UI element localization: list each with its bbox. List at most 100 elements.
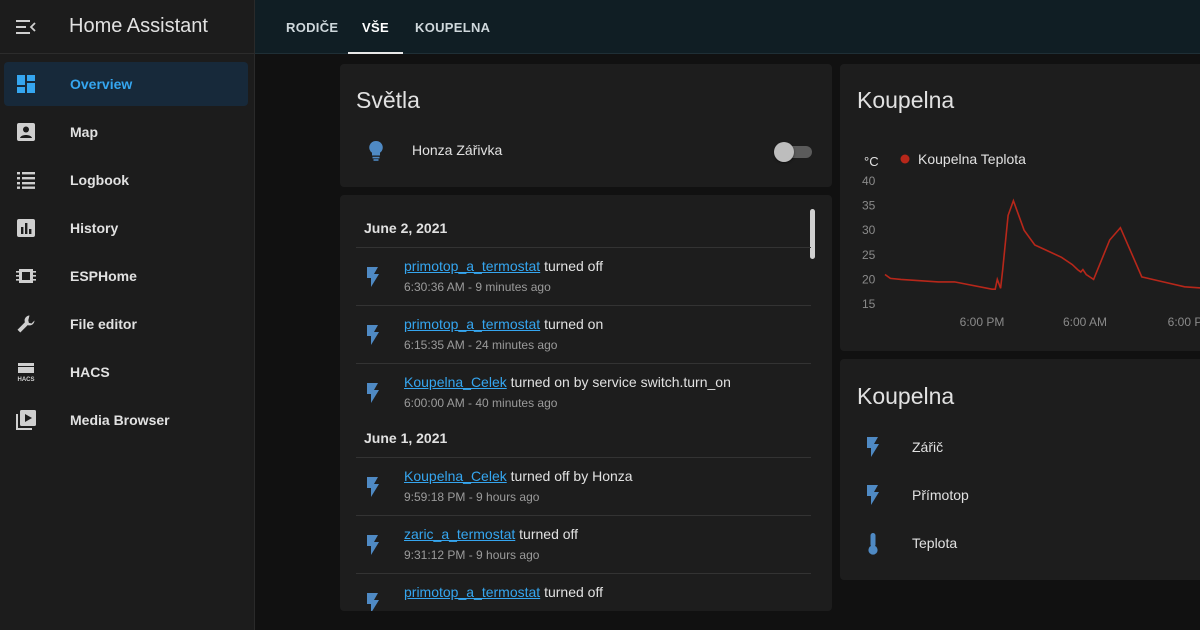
logbook-entity-link[interactable]: Koupelna_Celek	[404, 468, 507, 484]
hacs-icon-text: HACS	[17, 377, 34, 383]
dashboard-icon	[4, 62, 48, 106]
y-axis-unit-label: °C	[864, 154, 879, 169]
thermometer-icon	[866, 532, 886, 556]
logbook-time: 6:15:35 AM - 24 minutes ago	[404, 338, 558, 352]
x-tick-label: 6:00 PM	[960, 315, 1005, 329]
entities-card-title: Koupelna	[857, 383, 955, 409]
lightbulb-icon	[368, 140, 384, 162]
sidebar: Home Assistant Overview Map Logbook Hist…	[0, 0, 255, 630]
light-entity-row[interactable]: Honza Zářivka	[340, 134, 832, 168]
entity-name: Teplota	[912, 535, 958, 551]
entity-row-primotop[interactable]: Přímotop	[840, 475, 1200, 515]
sidebar-item-label: History	[70, 220, 119, 236]
logbook-action-text: turned off	[540, 258, 603, 274]
logbook-time: 9:59:18 PM - 9 hours ago	[404, 490, 540, 504]
legend-label: Koupelna Teplota	[918, 151, 1026, 167]
sidebar-item-label: File editor	[70, 316, 137, 332]
sidebar-item-file-editor[interactable]: File editor	[4, 302, 248, 346]
sidebar-item-hacs[interactable]: HACS HACS	[4, 350, 248, 394]
sidebar-item-overview[interactable]: Overview	[4, 62, 248, 106]
y-tick-label: 40	[862, 174, 876, 188]
logbook-card: June 2, 2021 primotop_a_termostat turned…	[340, 195, 832, 611]
light-entity-name: Honza Zářivka	[412, 142, 503, 158]
chip-icon	[4, 254, 48, 298]
lights-card-title: Světla	[356, 87, 420, 113]
logbook-date: June 2, 2021	[364, 220, 448, 236]
sidebar-item-media-browser[interactable]: Media Browser	[4, 398, 248, 442]
logbook-entry: zaric_a_termostat turned off 9:31:12 PM …	[356, 515, 811, 573]
history-icon	[4, 206, 48, 250]
flash-icon	[366, 324, 386, 346]
flash-icon	[366, 534, 386, 556]
y-tick-label: 25	[862, 248, 876, 262]
flash-icon	[366, 592, 386, 611]
tab-rodice[interactable]: RODIČE	[286, 0, 338, 54]
flash-icon	[866, 436, 886, 460]
toggle-knob	[774, 142, 794, 162]
logbook-entry: primotop_a_termostat turned off 6:30:36 …	[356, 247, 811, 305]
sidebar-header: Home Assistant	[0, 0, 254, 54]
y-tick-label: 30	[862, 223, 876, 237]
entities-card: Koupelna Zářič Přímotop Teplota	[840, 359, 1200, 580]
light-toggle-switch[interactable]	[774, 142, 812, 162]
logbook-date: June 1, 2021	[364, 430, 448, 446]
y-tick-label: 35	[862, 199, 876, 213]
logbook-action-text: turned off	[540, 584, 603, 600]
sidebar-item-label: ESPHome	[70, 268, 137, 284]
logbook-action-text: turned off by Honza	[506, 468, 633, 484]
tab-vse[interactable]: VŠE	[348, 0, 403, 54]
logbook-icon	[4, 158, 48, 202]
entity-name: Přímotop	[912, 487, 969, 503]
sidebar-item-history[interactable]: History	[4, 206, 248, 250]
hacs-icon: HACS	[4, 350, 48, 394]
sidebar-item-label: Overview	[70, 76, 133, 92]
logbook-time: 9:31:12 PM - 9 hours ago	[404, 548, 540, 562]
menu-collapse-icon	[16, 19, 36, 34]
flash-icon	[866, 484, 886, 508]
logbook-entity-link[interactable]: primotop_a_termostat	[404, 316, 540, 332]
logbook-entry: Koupelna_Celek turned off by Honza 9:59:…	[356, 457, 811, 515]
flash-icon	[366, 382, 386, 404]
x-tick-label: 6:00 AM	[1063, 315, 1107, 329]
history-chart-card: Koupelna °C Koupelna Teplota 15 20 25 30 35 40 6…	[840, 64, 1200, 351]
logbook-time: 6:30:36 AM - 9 minutes ago	[404, 280, 551, 294]
sidebar-item-map[interactable]: Map	[4, 110, 248, 154]
media-browser-icon	[4, 398, 48, 442]
y-tick-label: 20	[862, 272, 876, 286]
flash-icon	[366, 476, 386, 498]
logbook-time: 6:00:00 AM - 40 minutes ago	[404, 396, 558, 410]
x-tick-label: 6:00 PM	[1168, 315, 1200, 329]
logbook-entity-link[interactable]: Koupelna_Celek	[404, 374, 507, 390]
map-icon	[4, 110, 48, 154]
series-line-koupelna-teplota	[884, 198, 1200, 290]
logbook-entry: primotop_a_termostat turned on 6:15:35 A…	[356, 305, 811, 363]
sidebar-item-label: HACS	[70, 364, 110, 380]
sidebar-item-label: Logbook	[70, 172, 130, 188]
sidebar-item-logbook[interactable]: Logbook	[4, 158, 248, 202]
logbook-action-text: turned on	[540, 316, 604, 332]
logbook-entity-link[interactable]: primotop_a_termostat	[404, 258, 540, 274]
app-title: Home Assistant	[69, 15, 208, 37]
temperature-chart[interactable]: °C Koupelna Teplota 15 20 25 30 35 40 6:00 PM 6:0…	[840, 64, 1200, 351]
logbook-entity-link[interactable]: zaric_a_termostat	[404, 526, 515, 542]
entity-row-teplota[interactable]: Teplota	[840, 523, 1200, 563]
sidebar-item-label: Map	[70, 124, 98, 140]
menu-toggle-button[interactable]	[0, 0, 52, 54]
logbook-entry: primotop_a_termostat turned off	[356, 573, 811, 611]
sidebar-item-esphome[interactable]: ESPHome	[4, 254, 248, 298]
logbook-action-text: turned on by service switch.turn_on	[506, 374, 731, 390]
tab-koupelna[interactable]: KOUPELNA	[415, 0, 490, 54]
lights-card: Světla Honza Zářivka	[340, 64, 832, 187]
logbook-action-text: turned off	[515, 526, 579, 542]
wrench-icon	[4, 302, 48, 346]
sidebar-item-label: Media Browser	[70, 412, 170, 428]
flash-icon	[366, 266, 386, 288]
top-tabs-bar: RODIČE VŠE KOUPELNA	[255, 0, 1200, 54]
y-tick-label: 15	[862, 297, 876, 311]
legend-marker	[900, 154, 910, 164]
sidebar-nav: Overview Map Logbook History ESPHome Fil…	[0, 54, 254, 442]
logbook-entry: Koupelna_Celek turned on by service swit…	[356, 363, 811, 421]
entity-name: Zářič	[912, 439, 944, 455]
entity-row-zaric[interactable]: Zářič	[840, 427, 1200, 467]
logbook-entity-link[interactable]: primotop_a_termostat	[404, 584, 540, 600]
